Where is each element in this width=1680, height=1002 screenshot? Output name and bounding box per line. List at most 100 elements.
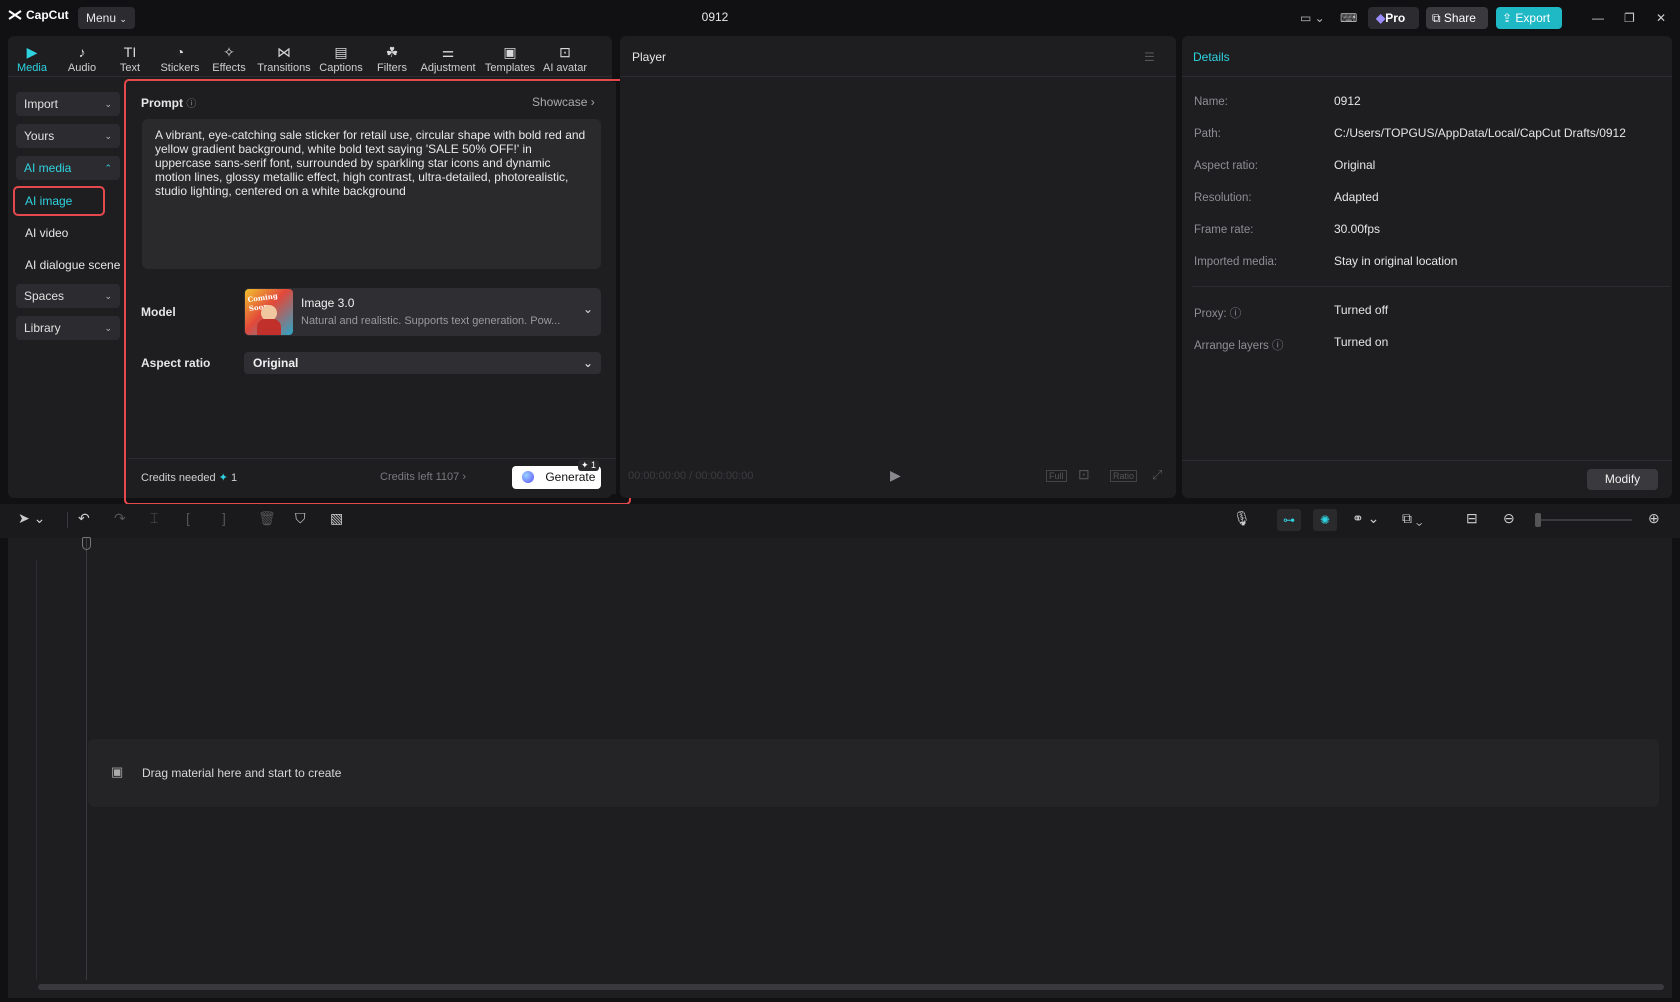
select-tool-icon[interactable]: ➤ ⌄	[18, 510, 45, 527]
trim-left-icon[interactable]: [	[186, 510, 190, 526]
minimize-icon[interactable]: —	[1592, 7, 1604, 29]
trim-right-icon[interactable]: ]	[222, 510, 226, 526]
zoom-slider-handle[interactable]	[1535, 513, 1541, 527]
divider	[128, 458, 616, 459]
ratio-toggle[interactable]: Ratio	[1110, 470, 1138, 482]
prompt-label: Prompt ⓘ	[141, 96, 197, 110]
export-button[interactable]: ⇪ Export	[1496, 7, 1562, 29]
tab-effects[interactable]: ✧ Effects	[199, 42, 259, 74]
chevron-down-icon: ⌄	[104, 291, 112, 301]
model-thumbnail: Coming Soon	[245, 289, 293, 335]
player-panel	[620, 36, 1176, 498]
fit-timeline-icon[interactable]: ⊟	[1466, 510, 1478, 527]
portrait-body	[257, 319, 281, 335]
chevron-right-icon: ›	[590, 95, 595, 109]
diamond-icon: ◆	[1376, 11, 1386, 25]
split-icon[interactable]: ⌶	[150, 510, 158, 527]
aspect-ratio-select[interactable]: Original ⌄	[244, 352, 601, 374]
track-header-divider	[36, 560, 37, 980]
undo-icon[interactable]: ↶	[78, 510, 90, 527]
model-select[interactable]: Coming Soon Image 3.0 Natural and realis…	[244, 288, 601, 336]
drop-zone[interactable]: ▣ Drag material here and start to create	[88, 739, 1659, 807]
help-icon[interactable]: ⓘ	[1272, 340, 1284, 352]
divider	[1182, 460, 1672, 461]
fullscreen-icon[interactable]: ⤢	[1152, 467, 1162, 483]
detail-value-path: C:/Users/TOPGUS/AppData/Local/CapCut Dra…	[1334, 126, 1626, 140]
detail-key-name: Name:	[1194, 96, 1228, 108]
player-timecode: 00:00:00:00 / 00:00:00:00	[628, 470, 754, 482]
tab-templates[interactable]: ▣ Templates	[480, 42, 540, 74]
title-bar: CapCut Menu ⌄ 0912 ▭ ⌄ ⌨ ◆Pro ⧉ Share ⇪ …	[0, 0, 1680, 34]
chevron-down-icon: ⌄	[104, 131, 112, 141]
layout-icon[interactable]: ▭ ⌄	[1300, 7, 1334, 29]
sidebar-yours[interactable]: Yours ⌄	[16, 124, 120, 148]
redo-icon[interactable]: ↷	[114, 510, 126, 527]
playhead-line[interactable]	[86, 538, 87, 980]
main-track-magnet-icon[interactable]: ⊶	[1277, 509, 1301, 531]
showcase-link[interactable]: Showcase ›	[532, 95, 595, 109]
detail-key-arrange-layers: Arrange layers ⓘ	[1194, 340, 1284, 352]
zoom-out-icon[interactable]: ⊖	[1503, 510, 1515, 527]
sidebar-item-ai-dialogue[interactable]: AI dialogue scene	[25, 258, 120, 272]
sidebar-ai-media[interactable]: AI media ⌃	[16, 156, 120, 180]
timeline-toolbar	[0, 504, 1680, 538]
sidebar-library[interactable]: Library ⌄	[16, 316, 120, 340]
model-description: Natural and realistic. Supports text gen…	[301, 315, 561, 327]
divider	[1192, 286, 1670, 287]
chevron-down-icon: ⌄	[104, 99, 112, 109]
chevron-down-icon: ⌄	[104, 323, 112, 333]
preview-axis-icon[interactable]: ⧉ ⌄	[1402, 510, 1423, 527]
sidebar-spaces[interactable]: Spaces ⌄	[16, 284, 120, 308]
drop-hint: Drag material here and start to create	[142, 766, 342, 780]
detail-value-imported: Stay in original location	[1334, 254, 1458, 268]
tab-adjustment[interactable]: ⚌ Adjustment	[418, 42, 478, 74]
restore-icon[interactable]: ❐	[1624, 7, 1635, 29]
tab-ai-avatar[interactable]: ⊡ AI avatar	[535, 42, 595, 74]
player-menu-icon[interactable]: ☰	[1144, 50, 1155, 64]
horizontal-scrollbar[interactable]	[38, 984, 1664, 990]
zoom-in-icon[interactable]: ⊕	[1648, 510, 1660, 527]
detail-key-imported: Imported media:	[1194, 256, 1278, 268]
tab-filters[interactable]: ☘ Filters	[362, 42, 422, 74]
credits-left-link[interactable]: Credits left 1107 ›	[380, 471, 466, 483]
tab-transitions[interactable]: ⋈ Transitions	[254, 42, 314, 74]
auto-snap-icon[interactable]: ✺	[1313, 509, 1337, 531]
full-toggle[interactable]: Full	[1046, 470, 1067, 482]
chevron-down-icon: ⌄	[582, 302, 593, 316]
ai-avatar-icon: ⊡	[559, 44, 571, 60]
delete-icon[interactable]: 🗑	[258, 510, 276, 527]
adjustment-icon: ⚌	[441, 44, 455, 60]
credit-star-icon: ✦	[218, 472, 228, 484]
detail-value-resolution: Adapted	[1334, 190, 1379, 204]
help-icon[interactable]: ⓘ	[1230, 308, 1242, 320]
effects-icon: ✧	[223, 44, 235, 60]
microphone-icon[interactable]: 🎙	[1233, 510, 1251, 527]
detail-key-frame-rate: Frame rate:	[1194, 224, 1254, 236]
detail-key-resolution: Resolution:	[1194, 192, 1252, 204]
model-name: Image 3.0	[301, 296, 355, 310]
playhead-handle[interactable]	[82, 537, 91, 550]
share-button[interactable]: ⧉ Share	[1426, 7, 1488, 29]
media-add-icon[interactable]: ▧	[330, 510, 343, 527]
prompt-textarea[interactable]: A vibrant, eye-catching sale sticker for…	[142, 119, 601, 269]
link-icon[interactable]: ⚭ ⌄	[1352, 510, 1379, 527]
share-icon: ⧉	[1432, 11, 1441, 25]
detail-value-proxy: Turned off	[1334, 303, 1389, 317]
close-icon[interactable]: ✕	[1656, 7, 1666, 29]
play-icon[interactable]: ▶	[890, 467, 901, 484]
divider	[1182, 76, 1672, 77]
sidebar-item-ai-video[interactable]: AI video	[25, 226, 68, 240]
modify-button[interactable]: Modify	[1587, 469, 1658, 490]
fit-icon[interactable]: ⊡	[1078, 466, 1090, 483]
transitions-icon: ⋈	[277, 44, 291, 60]
marker-icon[interactable]: ⛉	[295, 510, 306, 527]
sidebar-import[interactable]: Import ⌄	[16, 92, 120, 116]
divider	[620, 76, 1176, 77]
generate-button[interactable]: Generate ✦ 1	[512, 460, 601, 489]
player-title: Player	[632, 50, 667, 64]
keyboard-icon[interactable]: ⌨	[1340, 7, 1360, 29]
pro-button[interactable]: ◆Pro	[1368, 7, 1419, 29]
detail-key-proxy: Proxy: ⓘ	[1194, 308, 1242, 320]
zoom-slider[interactable]	[1537, 519, 1632, 521]
film-icon: ▣	[111, 764, 124, 779]
